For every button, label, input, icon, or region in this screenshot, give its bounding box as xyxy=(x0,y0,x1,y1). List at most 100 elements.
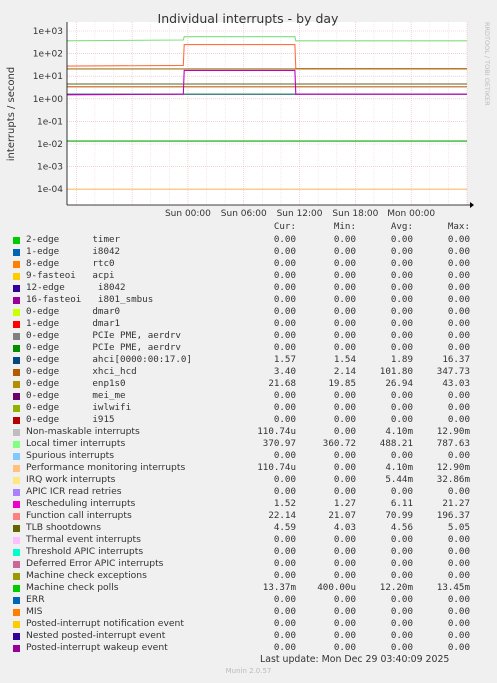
legend-max: 0.00 xyxy=(447,570,470,581)
legend-min: 0.00 xyxy=(333,414,356,425)
legend-min: 0.00 xyxy=(333,282,356,293)
legend-label: 0-edge i915 xyxy=(26,414,115,425)
legend-max: 0.00 xyxy=(447,414,470,425)
legend-swatch xyxy=(13,405,20,412)
legend-label: Posted-interrupt wakeup event xyxy=(26,642,168,653)
legend-min: 0.00 xyxy=(333,618,356,629)
legend-avg: 0.00 xyxy=(390,630,413,641)
x-tick-label: Sun 12:00 xyxy=(277,209,323,219)
chart-title: Individual interrupts - by day xyxy=(158,11,340,26)
legend-cur: 0.00 xyxy=(273,258,296,269)
y-tick-label: 1e+03 xyxy=(33,27,63,37)
chart: 1e+03 1e+02 1e+01 1e+00 1e-01 1e-02 1e-03 1e-04… xyxy=(6,11,491,219)
legend-max: 0.00 xyxy=(447,486,470,497)
legend-max: 21.27 xyxy=(442,498,470,509)
legend-cur: 0.00 xyxy=(273,474,296,485)
legend-avg: 0.00 xyxy=(390,534,413,545)
legend-max: 0.00 xyxy=(447,306,470,317)
legend-swatch xyxy=(13,501,20,508)
legend-min: 0.00 xyxy=(333,258,356,269)
legend-cur: 0.00 xyxy=(273,546,296,557)
legend-row: MIS 0.00 0.00 0.00 0.00 xyxy=(0,606,497,618)
legend-swatch xyxy=(13,573,20,580)
legend-max: 0.00 xyxy=(447,642,470,653)
legend-row: 1-edge dmar1 0.00 0.00 0.00 0.00 xyxy=(0,318,497,330)
legend-max: 0.00 xyxy=(447,558,470,569)
legend-avg: 0.00 xyxy=(390,282,413,293)
legend-cur: 0.00 xyxy=(273,306,296,317)
legend-max: 16.37 xyxy=(442,354,470,365)
legend-cur: 0.00 xyxy=(273,330,296,341)
legend-row: 0-edge xhci_hcd 3.40 2.14 101.80 347.73 xyxy=(0,366,497,378)
legend-cur: 0.00 xyxy=(273,618,296,629)
header-max: Max: xyxy=(447,221,470,232)
legend-max: 0.00 xyxy=(447,318,470,329)
legend-min: 4.03 xyxy=(333,522,356,533)
legend-label: Threshold APIC interrupts xyxy=(26,546,144,557)
legend-row: Performance monitoring interrupts 110.74u… xyxy=(0,462,497,474)
x-tick-label: Sun 06:00 xyxy=(221,209,267,219)
legend-cur: 0.00 xyxy=(273,450,296,461)
legend-label: Nested posted-interrupt event xyxy=(26,630,166,641)
legend-cur: 0.00 xyxy=(273,282,296,293)
legend-max: 0.00 xyxy=(447,258,470,269)
legend-swatch xyxy=(13,513,20,520)
legend-cur: 0.00 xyxy=(273,558,296,569)
legend-min: 0.00 xyxy=(333,558,356,569)
legend-row: TLB shootdowns 4.59 4.03 4.56 5.05 xyxy=(0,522,497,534)
legend-min: 21.07 xyxy=(328,510,356,521)
legend-cur: 110.74u xyxy=(257,462,296,473)
legend-max: 0.00 xyxy=(447,390,470,401)
legend-avg: 26.94 xyxy=(385,378,413,389)
legend-row: Thermal event interrupts 0.00 0.00 0.00 0.00 xyxy=(0,534,497,546)
legend-min: 0.00 xyxy=(333,270,356,281)
legend-swatch xyxy=(13,345,20,352)
legend-swatch xyxy=(13,609,20,616)
legend-avg: 0.00 xyxy=(390,606,413,617)
plot-background xyxy=(67,22,467,205)
legend-label: 0-edge dmar0 xyxy=(26,306,121,317)
legend-min: 0.00 xyxy=(333,330,356,341)
legend-swatch xyxy=(13,285,20,292)
legend-row: 0-edge mei_me 0.00 0.00 0.00 0.00 xyxy=(0,390,497,402)
legend-cur: 0.00 xyxy=(273,234,296,245)
legend-max: 0.00 xyxy=(447,282,470,293)
legend-max: 43.03 xyxy=(442,378,470,389)
legend-swatch xyxy=(13,297,20,304)
legend-avg: 488.21 xyxy=(379,438,413,449)
legend-label: Machine check exceptions xyxy=(26,570,147,581)
legend-max: 0.00 xyxy=(447,594,470,605)
legend-label: 0-edge xhci_hcd xyxy=(26,366,137,377)
legend-label: 0-edge enp1s0 xyxy=(26,378,126,389)
legend-cur: 0.00 xyxy=(273,270,296,281)
legend-avg: 0.00 xyxy=(390,390,413,401)
legend-row: Local timer interrupts 370.97 360.72 488.21… xyxy=(0,438,497,450)
legend-cur: 3.40 xyxy=(273,366,296,377)
legend-max: 0.00 xyxy=(447,606,470,617)
legend-max: 0.00 xyxy=(447,630,470,641)
legend-row: Machine check polls 13.37m 400.00u 12.20m 13… xyxy=(0,582,497,594)
x-tick-label: Sun 18:00 xyxy=(332,209,378,219)
legend-row: APIC ICR read retries 0.00 0.00 0.00 0.00 xyxy=(0,486,497,498)
legend-row: Non-maskable interrupts 110.74u 0.00 4.10m 1… xyxy=(0,426,497,438)
header-cur: Cur: xyxy=(273,221,296,232)
legend-max: 787.63 xyxy=(436,438,470,449)
legend-swatch xyxy=(13,333,20,340)
legend-swatch xyxy=(13,465,20,472)
legend-min: 0.00 xyxy=(333,630,356,641)
legend-row: Machine check exceptions 0.00 0.00 0.00 0.00 xyxy=(0,570,497,582)
legend-row: Threshold APIC interrupts 0.00 0.00 0.00 0.0… xyxy=(0,546,497,558)
legend-avg: 0.00 xyxy=(390,486,413,497)
x-tick-labels: Sun 00:00 Sun 06:00 Sun 12:00 Sun 18:00 Mon … xyxy=(165,209,435,219)
legend-swatch xyxy=(13,237,20,244)
legend-label: Local timer interrupts xyxy=(26,438,126,449)
legend-max: 0.00 xyxy=(447,618,470,629)
y-tick-label: 1e-02 xyxy=(37,140,63,150)
legend-label: 0-edge iwlwifi xyxy=(26,402,132,413)
legend-cur: 0.00 xyxy=(273,402,296,413)
legend-max: 5.05 xyxy=(447,522,470,533)
y-tick-label: 1e-03 xyxy=(37,163,63,173)
legend-row: 12-edge i8042 0.00 0.00 0.00 0.00 xyxy=(0,282,497,294)
munin-version: Munin 2.0.57 xyxy=(225,667,272,675)
legend-cur: 1.52 xyxy=(273,498,296,509)
